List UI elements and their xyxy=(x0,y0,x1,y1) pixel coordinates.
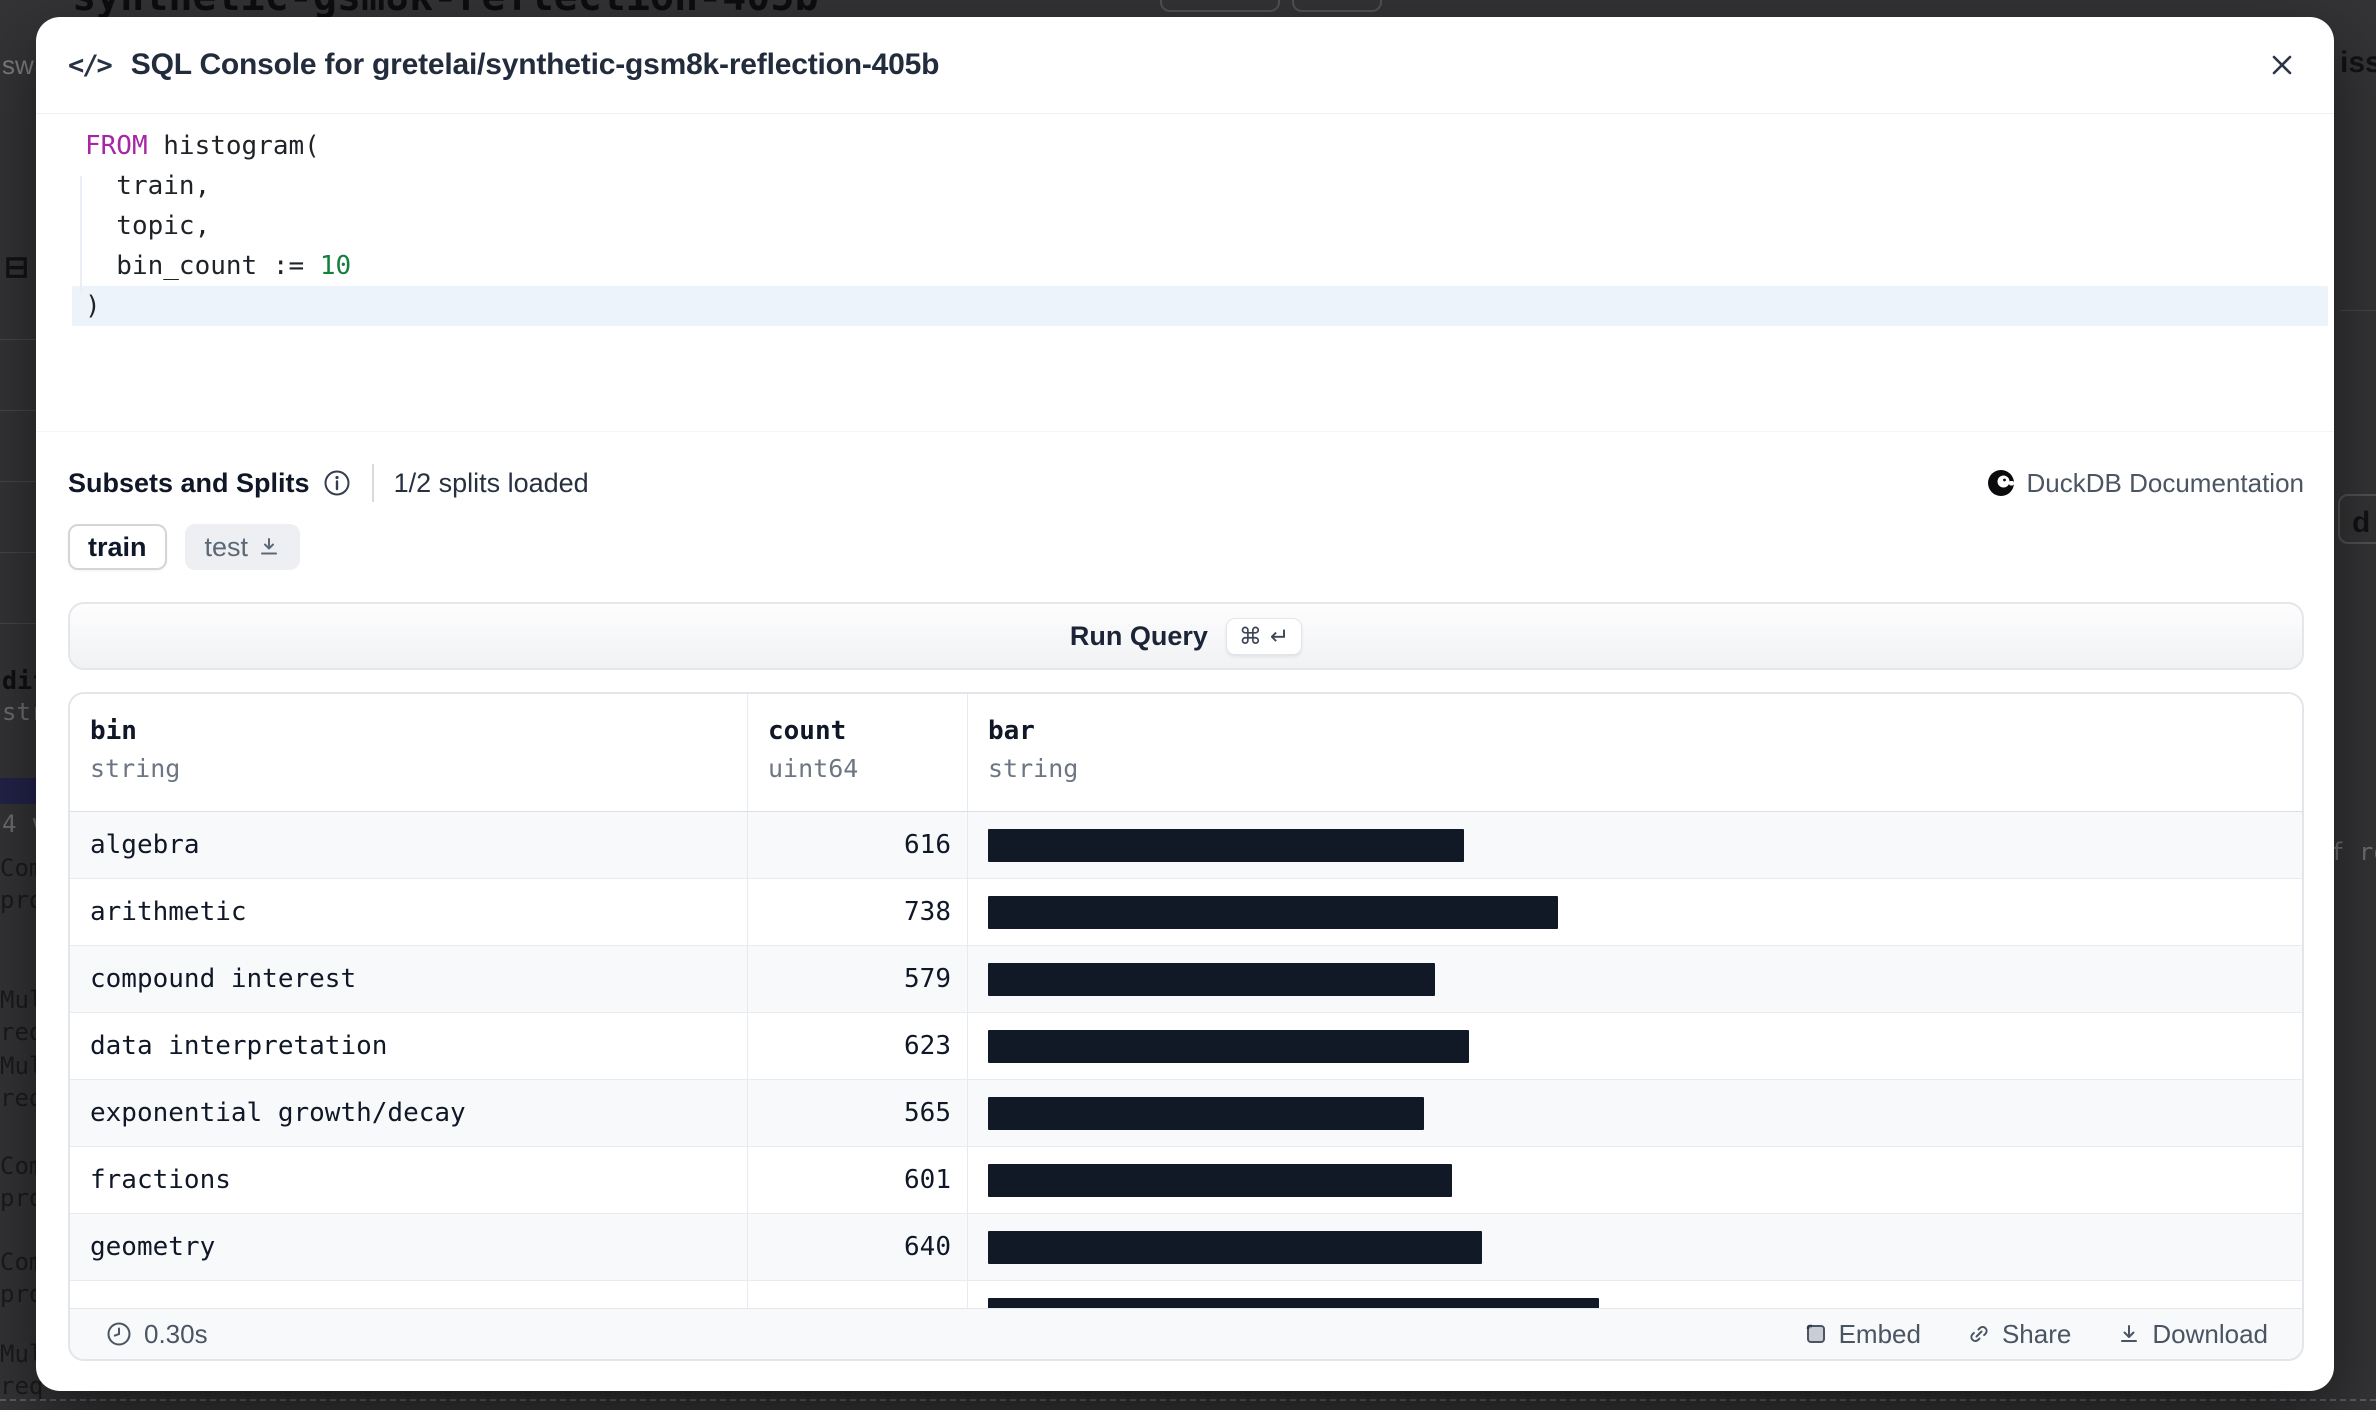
clock-icon xyxy=(106,1321,132,1347)
table-row: algebra616 xyxy=(70,812,2302,879)
backdrop-button-fragment xyxy=(1292,0,1382,12)
cell-bar xyxy=(968,1281,2302,1308)
info-icon[interactable] xyxy=(322,468,352,498)
cell-bin: exponential growth/decay xyxy=(70,1080,748,1146)
cell-bar xyxy=(968,1013,2302,1079)
modal-title: SQL Console for gretelai/synthetic-gsm8k… xyxy=(131,48,939,82)
table-row: compound interest579 xyxy=(70,946,2302,1013)
duckdb-logo-icon xyxy=(1987,469,2015,497)
histogram-bar xyxy=(988,896,1558,929)
cell-bar xyxy=(968,1214,2302,1280)
keyboard-shortcut-badge: ⌘ ↵ xyxy=(1226,618,1302,655)
cell-count: 640 xyxy=(748,1214,968,1280)
code-line: ) xyxy=(72,286,2328,326)
backdrop-text-fragment: f rows xyxy=(2330,838,2376,866)
code-lines: FROM histogram( train, topic, bin_count … xyxy=(72,126,2328,326)
histogram-bar xyxy=(988,1030,1469,1063)
run-query-label: Run Query xyxy=(1070,621,1208,652)
close-icon[interactable] xyxy=(2260,43,2304,87)
cell-count: 616 xyxy=(748,812,968,878)
table-header: bin string count uint64 bar string xyxy=(70,694,2302,812)
splits-heading: Subsets and Splits xyxy=(68,468,310,499)
return-key: ↵ xyxy=(1270,623,1289,650)
cell-count xyxy=(748,1281,968,1308)
histogram-bar xyxy=(988,1231,1482,1264)
table-row: exponential growth/decay565 xyxy=(70,1080,2302,1147)
column-header-count: count uint64 xyxy=(748,694,968,811)
table-row: fractions601 xyxy=(70,1147,2302,1214)
table-footer: 0.30s Embed xyxy=(70,1308,2302,1359)
modal-header: </> SQL Console for gretelai/synthetic-g… xyxy=(36,17,2334,114)
backdrop-text-fragment: sw xyxy=(2,50,34,81)
backdrop-d-button-fragment xyxy=(2338,494,2376,544)
cell-bar xyxy=(968,879,2302,945)
cell-bin: data interpretation xyxy=(70,1013,748,1079)
histogram-bar xyxy=(988,963,1435,996)
splits-row: Subsets and Splits 1/2 splits loaded Duc… xyxy=(36,464,2334,502)
cell-bar xyxy=(968,812,2302,878)
download-icon xyxy=(258,536,280,558)
table-row xyxy=(70,1281,2302,1308)
cell-bar xyxy=(968,1147,2302,1213)
cell-count: 565 xyxy=(748,1080,968,1146)
cell-bar xyxy=(968,1080,2302,1146)
cell-bin: arithmetic xyxy=(70,879,748,945)
table-row: geometry640 xyxy=(70,1214,2302,1281)
download-icon xyxy=(2117,1322,2141,1346)
code-line: train, xyxy=(72,166,2328,206)
histogram-bar xyxy=(988,829,1464,862)
column-header-bar: bar string xyxy=(968,694,2302,811)
histogram-bar xyxy=(988,1298,1599,1309)
sql-console-modal: </> SQL Console for gretelai/synthetic-g… xyxy=(36,17,2334,1391)
code-line: bin_count := 10 xyxy=(72,246,2328,286)
cell-bin xyxy=(70,1281,748,1308)
table-row: arithmetic738 xyxy=(70,879,2302,946)
histogram-bar xyxy=(988,1164,1452,1197)
code-line: FROM histogram( xyxy=(72,126,2328,166)
cell-count: 579 xyxy=(748,946,968,1012)
histogram-bar xyxy=(988,1097,1424,1130)
embed-icon xyxy=(1804,1322,1828,1346)
splits-status: 1/2 splits loaded xyxy=(394,468,589,499)
duckdb-doc-link[interactable]: DuckDB Documentation xyxy=(1987,468,2304,499)
split-button-test[interactable]: test xyxy=(185,524,301,570)
backdrop-button-fragment xyxy=(1160,0,1280,12)
split-button-train[interactable]: train xyxy=(68,524,167,570)
cell-bin: compound interest xyxy=(70,946,748,1012)
cmd-key: ⌘ xyxy=(1239,623,1262,650)
code-icon: </> xyxy=(68,50,111,81)
divider xyxy=(372,464,374,502)
table-rows-viewport[interactable]: algebra616arithmetic738compound interest… xyxy=(70,812,2302,1308)
indent-guide xyxy=(80,176,82,294)
duckdb-doc-label: DuckDB Documentation xyxy=(2027,468,2304,499)
cell-count: 623 xyxy=(748,1013,968,1079)
run-query-button[interactable]: Run Query ⌘ ↵ xyxy=(68,602,2304,670)
cell-bin: fractions xyxy=(70,1147,748,1213)
code-line: topic, xyxy=(72,206,2328,246)
backdrop-dashed-row-border xyxy=(0,1399,2376,1401)
query-elapsed-time: 0.30s xyxy=(106,1319,208,1350)
share-button[interactable]: Share xyxy=(1967,1319,2071,1350)
backdrop-text-fragment: issa xyxy=(2340,46,2376,80)
cell-bin: geometry xyxy=(70,1214,748,1280)
cell-bar xyxy=(968,946,2302,1012)
download-button[interactable]: Download xyxy=(2117,1319,2268,1350)
cell-count: 738 xyxy=(748,879,968,945)
backdrop-selected-row xyxy=(0,778,40,804)
cell-bin: algebra xyxy=(70,812,748,878)
table-row: data interpretation623 xyxy=(70,1013,2302,1080)
share-link-icon xyxy=(1967,1322,1991,1346)
column-header-bin: bin string xyxy=(70,694,748,811)
split-buttons: train test xyxy=(36,524,2334,570)
results-table: bin string count uint64 bar string algeb… xyxy=(68,692,2304,1361)
embed-button[interactable]: Embed xyxy=(1804,1319,1921,1350)
sql-editor[interactable]: FROM histogram( train, topic, bin_count … xyxy=(36,114,2334,432)
cell-count: 601 xyxy=(748,1147,968,1213)
